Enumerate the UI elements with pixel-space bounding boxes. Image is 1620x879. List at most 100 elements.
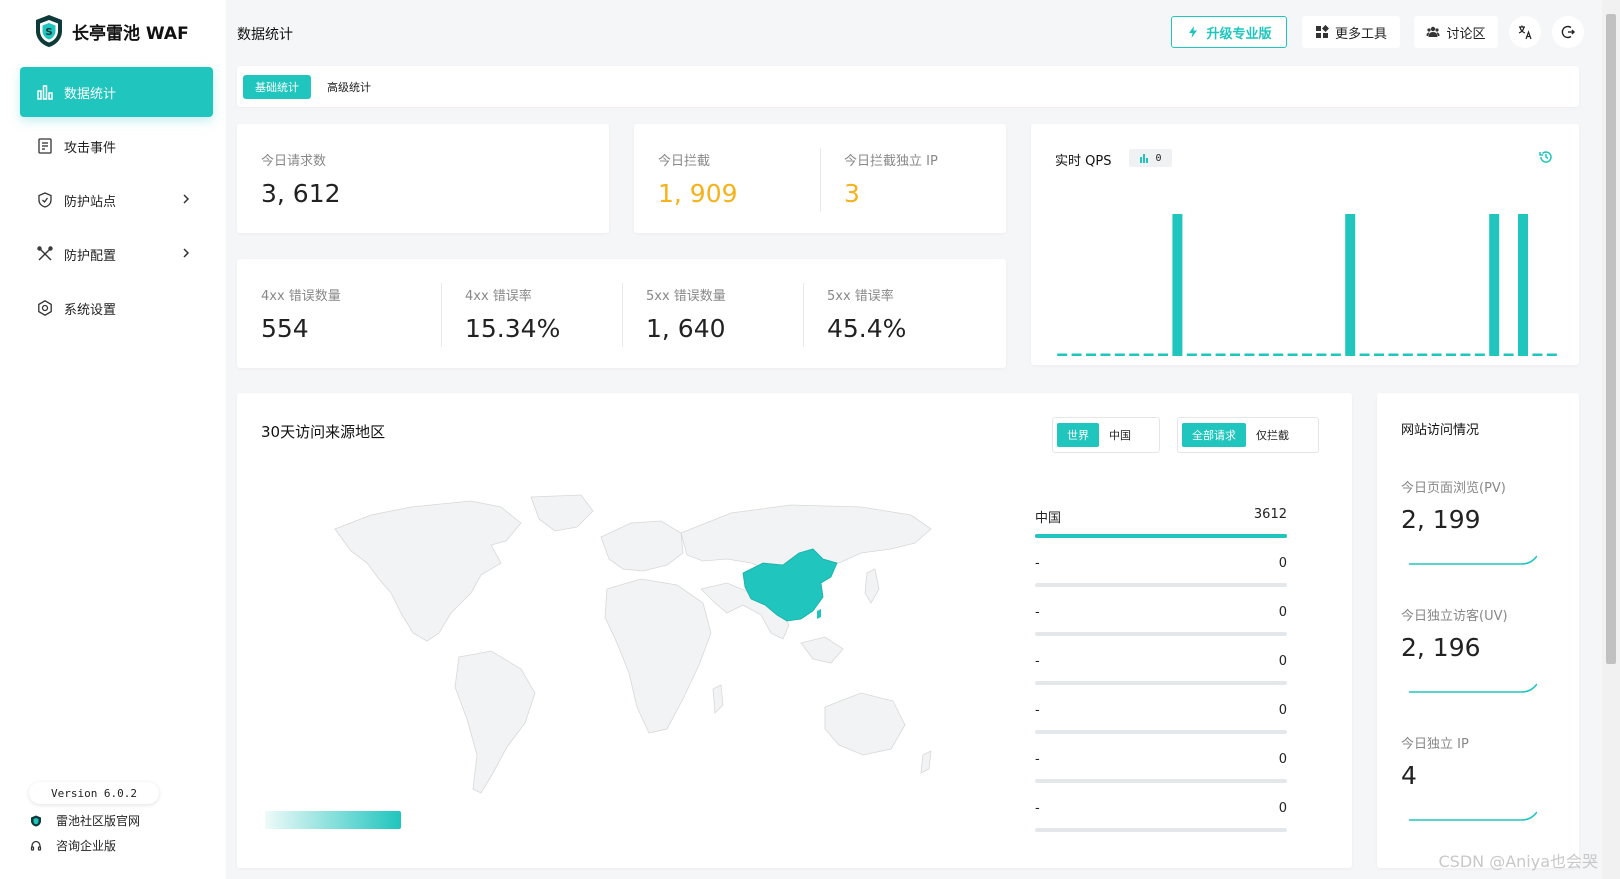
qps-bar — [1345, 214, 1356, 356]
scrollbar-thumb[interactable] — [1606, 14, 1616, 664]
logout-icon — [1561, 25, 1575, 39]
qps-title: 实时 QPS — [1055, 154, 1112, 169]
sidebar-item-protection-config[interactable]: 防护配置 — [20, 229, 213, 279]
region-progress-fill — [1035, 534, 1287, 538]
page-title: 数据统计 — [237, 27, 293, 43]
map-southeast-asia — [800, 636, 844, 664]
qps-bar — [1287, 353, 1298, 356]
qps-bar — [1489, 214, 1500, 356]
qps-bar — [1446, 353, 1456, 356]
sidebar-item-data-statistics[interactable]: 数据统计 — [20, 67, 213, 117]
map-scope-toggle: 世界 中国 — [1052, 417, 1160, 453]
qps-bar — [1316, 353, 1327, 356]
stat-label: 4xx 错误率 — [465, 289, 532, 304]
region-count: 0 — [1278, 556, 1287, 571]
qps-bar — [1186, 353, 1197, 356]
community-site-label: 雷池社区版官网 — [56, 814, 141, 828]
stat-value: 3 — [844, 179, 860, 208]
region-rank-row: -0 — [1035, 654, 1287, 694]
logout-button[interactable] — [1552, 16, 1584, 48]
sidebar-item-system-settings[interactable]: 系统设置 — [20, 283, 213, 333]
region-name: - — [1035, 703, 1040, 718]
qps-bar — [1086, 353, 1096, 356]
region-rank-row: -0 — [1035, 801, 1287, 841]
map-japan — [864, 568, 880, 604]
community-site-link[interactable]: 雷池社区版官网 — [30, 812, 140, 829]
qps-bar — [1057, 353, 1068, 356]
region-rank-row: -0 — [1035, 605, 1287, 645]
tab-advanced-stats[interactable]: 高级统计 — [315, 75, 383, 99]
region-progress-track — [1035, 730, 1287, 734]
stat-value: 15.34% — [465, 314, 561, 343]
map-taiwan-highlight — [817, 609, 821, 619]
region-progress-track — [1035, 681, 1287, 685]
world-map[interactable] — [331, 493, 935, 799]
chevron-right-icon — [183, 194, 190, 204]
visit-source-region-card: 30天访问来源地区 世界 中国 全部请求 仅拦截 中国 3612 - 0 - 0… — [237, 393, 1352, 868]
uv-label: 今日独立访客(UV) — [1401, 609, 1508, 624]
scope-china-option[interactable]: 中国 — [1099, 423, 1141, 447]
shield-icon — [36, 191, 54, 209]
more-tools-button[interactable]: 更多工具 — [1302, 16, 1400, 48]
bar-chart-icon — [1140, 154, 1149, 163]
grid-icon — [1315, 25, 1329, 38]
stat-label: 今日请求数 — [261, 154, 327, 169]
filter-blocked-only-option[interactable]: 仅拦截 — [1246, 423, 1299, 447]
request-filter-toggle: 全部请求 仅拦截 — [1177, 417, 1319, 453]
region-rank-row: -0 — [1035, 752, 1287, 792]
translate-icon — [1518, 25, 1532, 40]
error-stats-card: 4xx 错误数量 554 4xx 错误率 15.34% 5xx 错误数量 1, … — [237, 259, 1006, 368]
qps-bar — [1532, 353, 1543, 356]
qps-bar — [1460, 353, 1471, 356]
stats-tabs: 基础统计 高级统计 — [237, 66, 1579, 107]
pv-sparkline — [1409, 555, 1537, 565]
map-south-america — [454, 650, 536, 794]
tab-basic-stats[interactable]: 基础统计 — [243, 74, 311, 99]
qps-bar — [1518, 214, 1528, 356]
uv-sparkline — [1409, 683, 1537, 693]
app-logo[interactable]: S 长亭雷池 WAF — [34, 14, 189, 48]
region-rank-row: -0 — [1035, 703, 1287, 743]
version-badge: Version 6.0.2 — [29, 782, 159, 804]
history-icon[interactable] — [1538, 149, 1554, 165]
community-icon — [1426, 26, 1440, 37]
stat-label: 5xx 错误率 — [827, 289, 894, 304]
sidebar-item-attack-events[interactable]: 攻击事件 — [20, 121, 213, 171]
forum-button[interactable]: 讨论区 — [1414, 16, 1498, 48]
bar-chart-icon — [36, 83, 54, 101]
tools-icon — [36, 245, 54, 263]
qps-bar — [1546, 353, 1557, 356]
headset-icon — [30, 840, 42, 851]
qps-bar — [1359, 353, 1370, 356]
region-rank-row: -0 — [1035, 556, 1287, 596]
qps-bar-chart — [1057, 214, 1557, 356]
map-europe — [600, 520, 684, 572]
qps-bar — [1201, 353, 1212, 356]
qps-bar — [1417, 353, 1428, 356]
qps-bar — [1374, 353, 1384, 356]
stat-label: 4xx 错误数量 — [261, 289, 341, 304]
region-name: - — [1035, 654, 1040, 669]
pv-label: 今日页面浏览(PV) — [1401, 481, 1506, 496]
enterprise-consult-link[interactable]: 咨询企业版 — [30, 837, 116, 854]
region-rank-row: 中国 3612 — [1035, 507, 1287, 547]
region-name: - — [1035, 605, 1040, 620]
qps-bar — [1172, 214, 1183, 356]
sidebar-item-protected-sites[interactable]: 防护站点 — [20, 175, 213, 225]
scope-world-option[interactable]: 世界 — [1057, 423, 1099, 447]
qps-bar — [1100, 353, 1111, 356]
upgrade-pro-button[interactable]: 升级专业版 — [1171, 16, 1287, 48]
filter-all-requests-option[interactable]: 全部请求 — [1182, 423, 1246, 447]
divider — [622, 283, 623, 347]
language-toggle-button[interactable] — [1509, 16, 1541, 48]
sidebar-item-label: 防护配置 — [64, 248, 117, 264]
qps-bar — [1143, 353, 1154, 356]
stat-value: 1, 640 — [646, 314, 726, 343]
qps-bar — [1258, 353, 1269, 356]
app-name: 长亭雷池 WAF — [72, 23, 189, 44]
map-title: 30天访问来源地区 — [261, 423, 386, 441]
region-count: 0 — [1278, 654, 1287, 669]
ip-value: 4 — [1401, 761, 1417, 790]
divider — [820, 148, 821, 212]
page-scrollbar[interactable] — [1602, 0, 1620, 879]
